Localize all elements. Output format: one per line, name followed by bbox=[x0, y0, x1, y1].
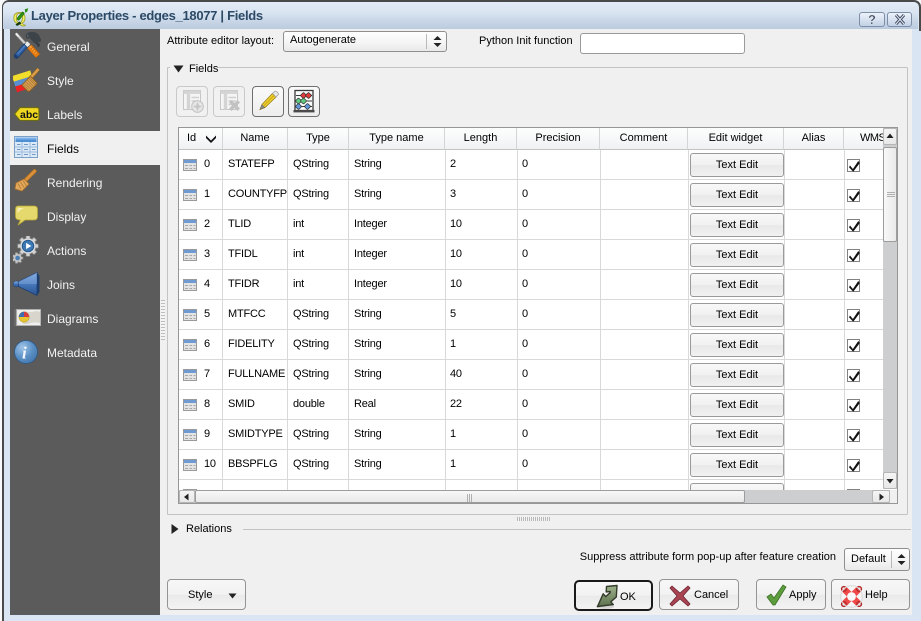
svg-text:i: i bbox=[22, 344, 27, 363]
svg-text:?: ? bbox=[868, 13, 876, 26]
svg-text:abc: abc bbox=[20, 109, 38, 121]
